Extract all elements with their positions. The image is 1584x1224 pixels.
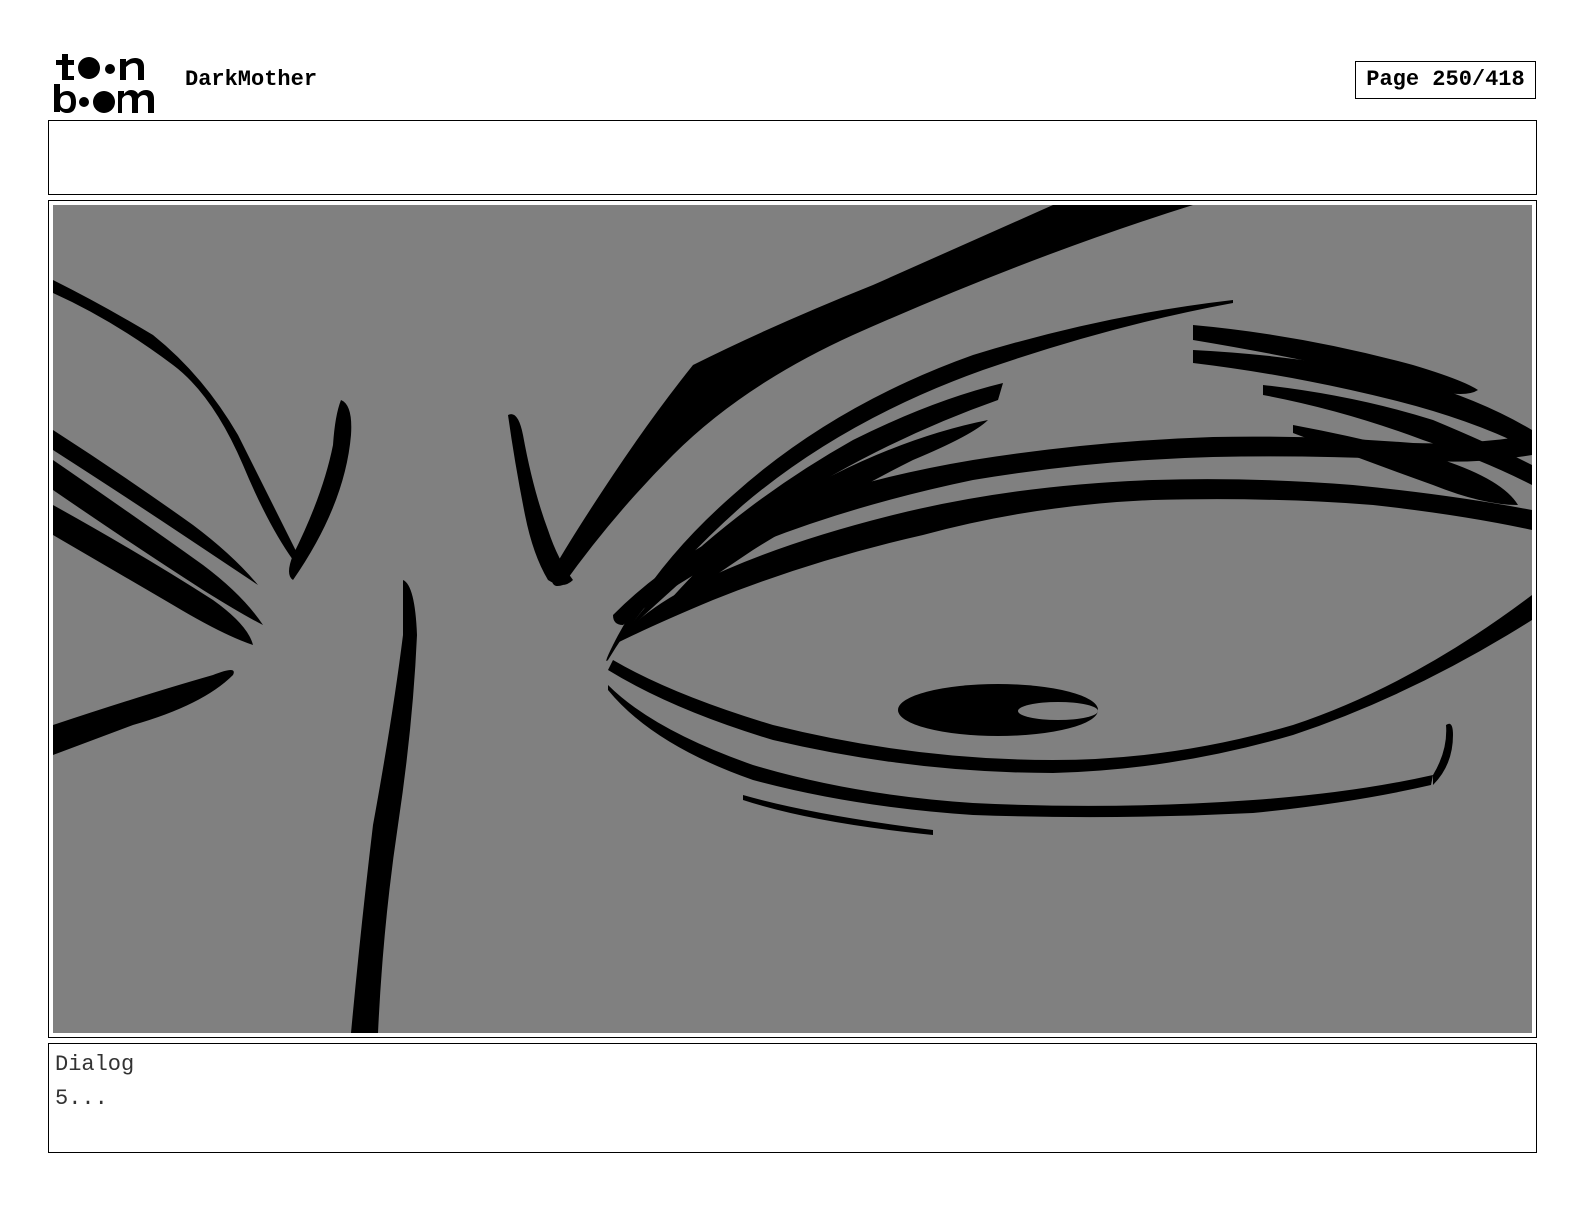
dialog-text: 5... [55,1086,108,1111]
notes-box [48,120,1537,195]
page-indicator: Page 250/418 [1355,61,1536,99]
panel-drawing [53,205,1532,1033]
nose-line-stroke [351,580,417,1033]
dialog-label: Dialog [55,1052,135,1077]
storyboard-panel [48,200,1537,1038]
toon-boom-logo-mark [54,54,154,113]
pupil-highlight [1018,702,1098,720]
project-title: DarkMother [185,67,318,92]
sketch-artwork [53,205,1532,1033]
lower-eyelid-stroke [608,595,1532,773]
dialog-box: Dialog 5... [48,1043,1537,1153]
toon-boom-logo [52,52,164,114]
